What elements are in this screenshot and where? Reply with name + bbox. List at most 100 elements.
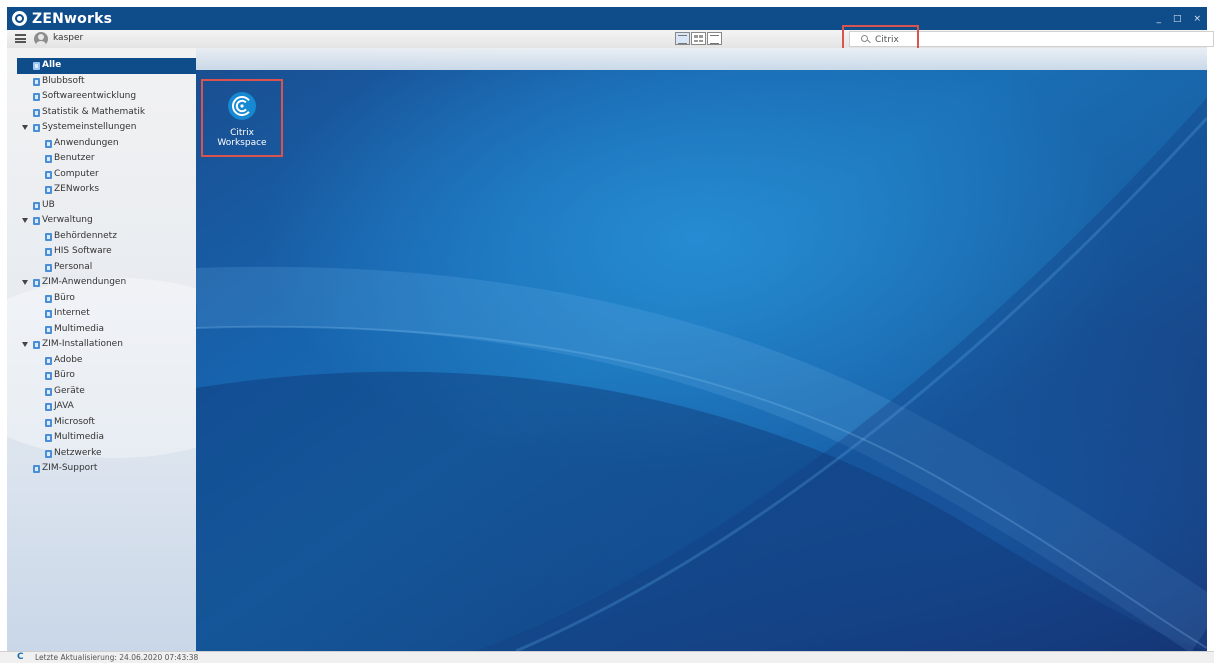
folder-icon — [45, 325, 52, 334]
tree-item[interactable]: JAVA — [7, 399, 196, 415]
tree-item-label: Statistik & Mathematik — [42, 106, 146, 117]
expand-arrow-icon[interactable] — [22, 342, 28, 347]
window-controls: _ □ × — [1156, 14, 1201, 24]
folder-icon — [45, 294, 52, 303]
tree-item[interactable]: Microsoft — [7, 415, 196, 431]
tree-item[interactable]: Büro — [7, 291, 196, 307]
expand-arrow-icon[interactable] — [22, 125, 28, 130]
tree-item-label: Büro — [54, 370, 75, 380]
folder-icon — [45, 372, 52, 380]
tree-item[interactable]: Multimedia — [7, 322, 196, 338]
title-bar: ZENworks _ □ × — [7, 7, 1207, 30]
tree-item[interactable]: Geräte — [7, 384, 196, 400]
folder-icon — [45, 449, 52, 458]
tree-item-label: Adobe — [54, 354, 83, 365]
folder-icon — [45, 403, 52, 411]
tree-item-label: Blubbsoft — [42, 75, 85, 86]
tree-item[interactable]: Personal — [7, 260, 196, 276]
tree-item-label: HIS Software — [54, 246, 112, 256]
refresh-icon[interactable]: C — [17, 652, 24, 663]
tree-item[interactable]: ZIM-Installationen — [7, 337, 196, 353]
folder-icon — [45, 387, 52, 396]
tree-item-label: Multimedia — [54, 432, 105, 442]
tree-item[interactable]: Verwaltung — [7, 213, 196, 229]
tree-item[interactable]: HIS Software — [7, 244, 196, 260]
tree-item[interactable]: Computer — [7, 167, 196, 183]
folder-icon — [45, 263, 52, 272]
folder-icon — [33, 465, 40, 473]
citrix-workspace-icon — [228, 92, 256, 120]
maximize-button[interactable]: □ — [1173, 14, 1182, 24]
tree-item-label: Behördennetz — [54, 230, 117, 241]
tree-item-label: Internet — [54, 308, 90, 318]
tree-item-label: Verwaltung — [42, 215, 93, 225]
tree-item-label: Multimedia — [54, 323, 105, 334]
folder-icon — [45, 418, 52, 427]
tree-item[interactable]: Multimedia — [7, 430, 196, 446]
folder-icon — [33, 124, 40, 132]
folder-icon — [33, 77, 40, 86]
app-tile-citrix-workspace[interactable]: Citrix Workspace — [201, 79, 283, 157]
tree-item-label: ZIM-Installationen — [42, 339, 123, 349]
folder-icon — [33, 62, 40, 70]
app-desktop: Citrix Workspace — [196, 48, 1207, 651]
tree-item-label: Anwendungen — [54, 137, 119, 148]
app-title: ZENworks — [32, 10, 113, 27]
tree-item-label: Büro — [54, 292, 75, 303]
folder-icon — [33, 93, 40, 101]
tree-item[interactable]: ZIM-Anwendungen — [7, 275, 196, 291]
tree-item[interactable]: Alle — [17, 58, 196, 74]
icon-view-button[interactable] — [691, 32, 706, 45]
toolbar: kasper — [7, 30, 1214, 49]
tree-item-label: Netzwerke — [54, 447, 102, 458]
tree-item[interactable]: Systemeinstellungen — [7, 120, 196, 136]
last-update-text: Letzte Aktualisierung: 24.06.2020 07:43:… — [35, 653, 199, 662]
app-label: Citrix Workspace — [217, 128, 267, 148]
folder-icon — [33, 201, 40, 210]
tree-item-label: JAVA — [54, 401, 74, 411]
avatar[interactable] — [34, 32, 48, 46]
menu-icon[interactable] — [15, 34, 26, 43]
minimize-button[interactable]: _ — [1156, 14, 1161, 24]
tree-item-label: Microsoft — [54, 416, 95, 427]
expand-arrow-icon[interactable] — [22, 280, 28, 285]
tree-item[interactable]: Statistik & Mathematik — [7, 105, 196, 121]
folder-icon — [33, 217, 40, 225]
tree-item[interactable]: Softwareentwicklung — [7, 89, 196, 105]
tree-item[interactable]: Internet — [7, 306, 196, 322]
folder-icon — [33, 108, 40, 117]
zenworks-logo-icon — [12, 11, 27, 26]
tree-item[interactable]: Anwendungen — [7, 136, 196, 152]
folder-icon — [45, 434, 52, 442]
tree-item-label: UB — [42, 199, 55, 210]
tree-item-label: Alle — [42, 60, 62, 70]
search-input[interactable] — [875, 33, 1175, 46]
folder-icon — [45, 232, 52, 241]
tree-item[interactable]: ZENworks — [7, 182, 196, 198]
tree-item[interactable]: ZIM-Support — [7, 461, 196, 477]
folder-icon — [33, 341, 40, 349]
tree-item[interactable]: Blubbsoft — [7, 74, 196, 90]
tree-item[interactable]: Behördennetz — [7, 229, 196, 245]
tree-item-label: Computer — [54, 168, 99, 179]
tree-item[interactable]: UB — [7, 198, 196, 214]
folder-icon — [45, 155, 52, 163]
folder-icon — [45, 139, 52, 148]
tree-item[interactable]: Adobe — [7, 353, 196, 369]
username: kasper — [53, 33, 84, 43]
tree-item[interactable]: Netzwerke — [7, 446, 196, 462]
list-view-button[interactable] — [707, 32, 722, 45]
tree-item-label: Systemeinstellungen — [42, 122, 137, 132]
tree-view-button[interactable] — [675, 32, 690, 45]
folder-icon — [33, 279, 40, 287]
tree-item-label: Benutzer — [54, 153, 95, 163]
tree-item[interactable]: Büro — [7, 368, 196, 384]
close-button[interactable]: × — [1193, 14, 1201, 24]
tree-item-label: ZIM-Support — [42, 463, 98, 473]
tree-item-label: Personal — [54, 261, 93, 272]
folder-icon — [45, 310, 52, 318]
folder-icon — [45, 356, 52, 365]
expand-arrow-icon[interactable] — [22, 218, 28, 223]
tree-item[interactable]: Benutzer — [7, 151, 196, 167]
status-bar: C Letzte Aktualisierung: 24.06.2020 07:4… — [0, 651, 1214, 663]
